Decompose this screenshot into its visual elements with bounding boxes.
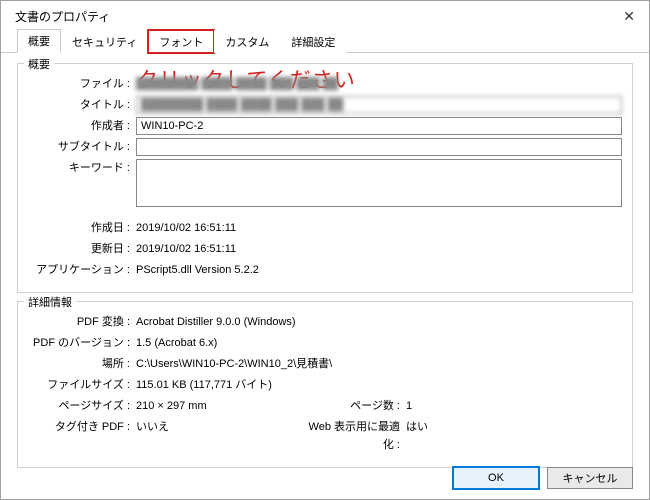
details-group-title: 詳細情報 [24,294,76,310]
dialog-buttons: OK キャンセル [453,467,633,489]
summary-group: 概要 ファイル : ████████ ████ ████ ███ ███ ██ … [17,63,633,293]
modified-label: 更新日 : [28,240,136,258]
title-label: タイトル : [28,96,136,114]
subtitle-input[interactable] [136,138,622,156]
page-size-value: 210 × 297 mm [136,397,306,415]
created-value: 2019/10/02 16:51:11 [136,219,622,237]
titlebar: 文書のプロパティ ✕ [1,1,649,31]
cancel-button[interactable]: キャンセル [547,467,633,489]
fast-web-label: Web 表示用に最適化 : [306,418,406,454]
application-label: アプリケーション : [28,261,136,279]
tagged-pdf-label: タグ付き PDF : [28,418,136,436]
author-input[interactable]: WIN10-PC-2 [136,117,622,135]
tab-strip: 概要 セキュリティ フォント カスタム 詳細設定 [1,31,649,53]
keywords-input[interactable] [136,159,622,207]
content-area: 概要 ファイル : ████████ ████ ████ ███ ███ ██ … [1,53,649,468]
tab-advanced[interactable]: 詳細設定 [280,30,346,53]
tab-fonts[interactable]: フォント [148,30,214,53]
location-value: C:\Users\WIN10-PC-2\WIN10_2\見積書\ [136,355,622,373]
tagged-pdf-value: いいえ [136,418,306,436]
page-size-label: ページサイズ : [28,397,136,415]
page-count-value: 1 [406,397,622,415]
close-icon[interactable]: ✕ [617,6,641,27]
author-label: 作成者 : [28,117,136,135]
created-label: 作成日 : [28,219,136,237]
file-label: ファイル : [28,75,136,93]
file-value: ████████ ████ ████ ███ ███ ██ [136,75,622,93]
location-label: 場所 : [28,355,136,373]
subtitle-label: サブタイトル : [28,138,136,156]
pdf-version-value: 1.5 (Acrobat 6.x) [136,334,622,352]
fast-web-value: はい [406,418,622,436]
file-size-label: ファイルサイズ : [28,376,136,394]
window-title: 文書のプロパティ [15,8,110,25]
ok-button[interactable]: OK [453,467,539,489]
title-input[interactable]: ████████ ████ ████ ███ ███ ██ [136,96,622,114]
tab-security[interactable]: セキュリティ [61,30,148,53]
details-group: 詳細情報 PDF 変換 : Acrobat Distiller 9.0.0 (W… [17,301,633,468]
pdf-producer-value: Acrobat Distiller 9.0.0 (Windows) [136,313,622,331]
summary-group-title: 概要 [24,56,54,72]
application-value: PScript5.dll Version 5.2.2 [136,261,622,279]
pdf-producer-label: PDF 変換 : [28,313,136,331]
modified-value: 2019/10/02 16:51:11 [136,240,622,258]
page-count-label: ページ数 : [306,397,406,415]
file-size-value: 115.01 KB (117,771 バイト) [136,376,622,394]
tab-custom[interactable]: カスタム [214,30,280,53]
pdf-version-label: PDF のバージョン : [28,334,136,352]
keywords-label: キーワード : [28,159,136,177]
document-properties-dialog: 文書のプロパティ ✕ 概要 セキュリティ フォント カスタム 詳細設定 クリック… [0,0,650,500]
tab-summary[interactable]: 概要 [17,29,61,53]
